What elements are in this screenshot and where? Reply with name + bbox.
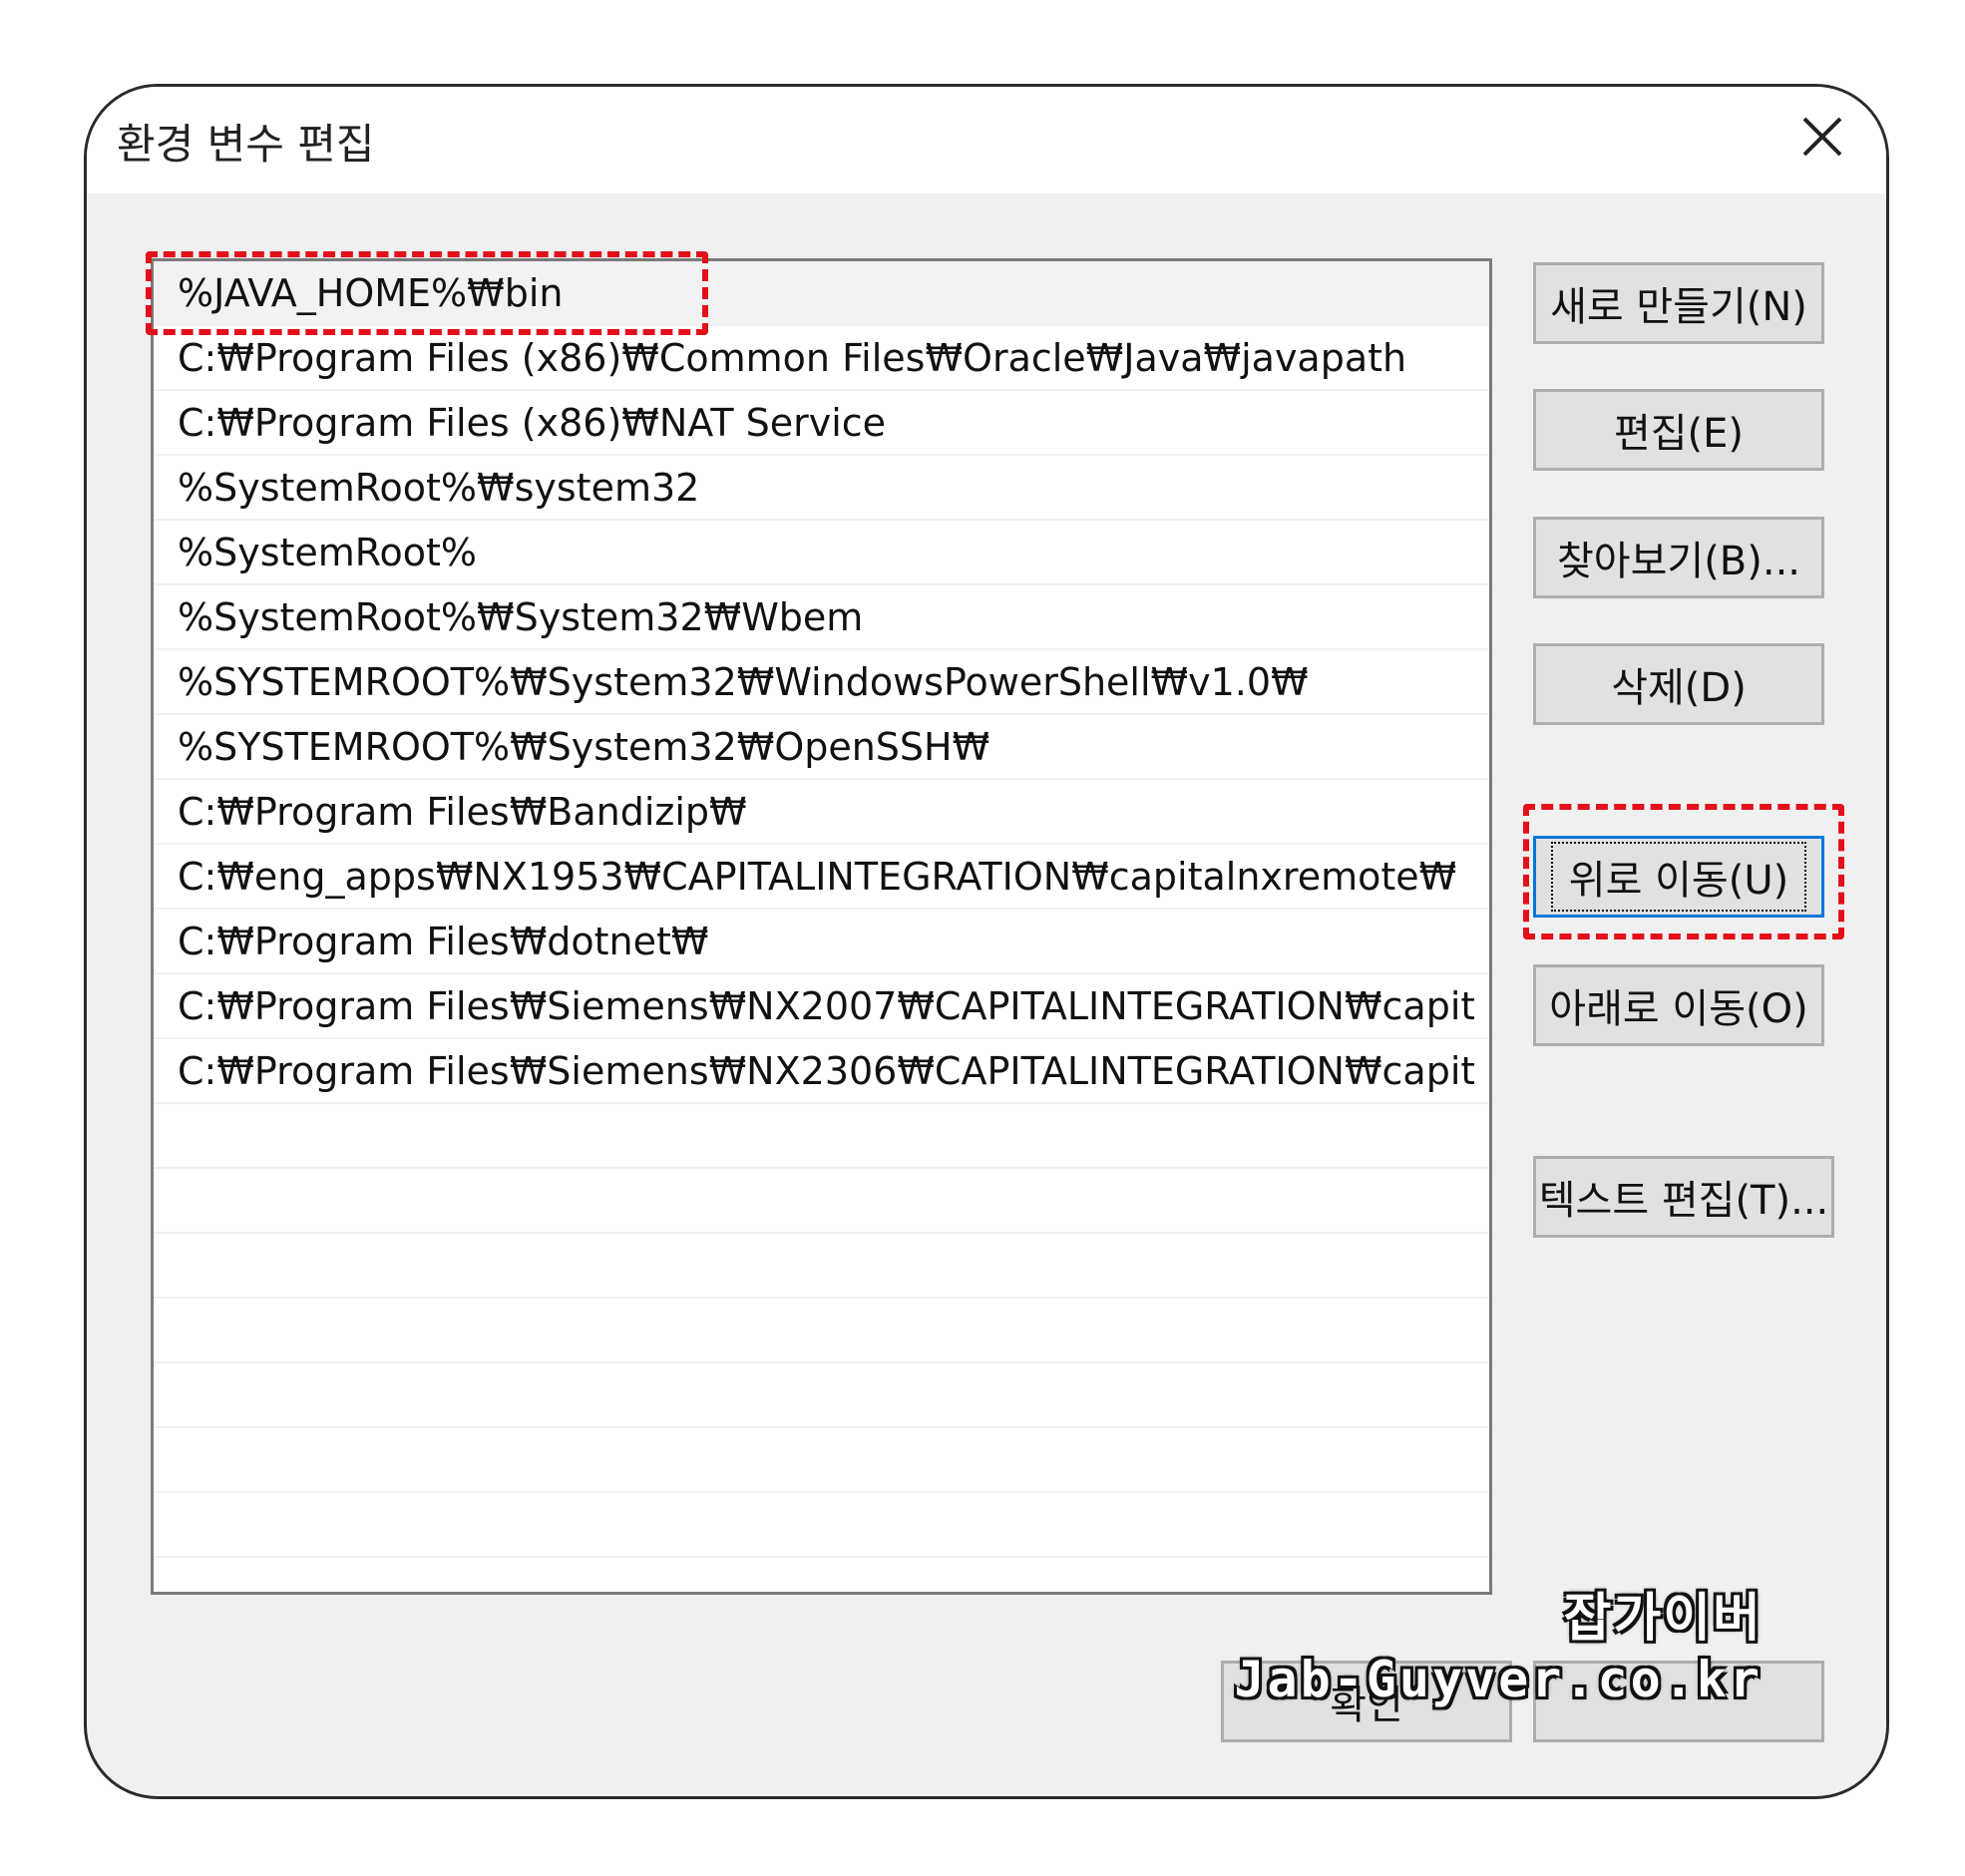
- list-item-text: %SYSTEMROOT%₩System32₩OpenSSH₩: [178, 725, 990, 769]
- edit-button[interactable]: 편집(E): [1533, 389, 1824, 471]
- list-item[interactable]: C:₩Program Files₩dotnet₩: [154, 910, 1489, 974]
- list-item[interactable]: [154, 1493, 1489, 1558]
- list-item-text: C:₩Program Files₩Bandizip₩: [178, 790, 747, 834]
- list-item[interactable]: %SystemRoot%₩System32₩Wbem: [154, 585, 1489, 650]
- list-item[interactable]: [154, 1558, 1489, 1592]
- list-item[interactable]: [154, 1234, 1489, 1299]
- list-item[interactable]: %JAVA_HOME%₩bin: [154, 261, 1489, 326]
- ok-button[interactable]: 확인: [1221, 1661, 1512, 1742]
- list-item-text: %SystemRoot%: [178, 531, 478, 574]
- list-item-text: C:₩Program Files₩Siemens₩NX2306₩CAPITALI…: [178, 1049, 1474, 1093]
- delete-button[interactable]: 삭제(D): [1533, 643, 1824, 725]
- list-item[interactable]: [154, 1169, 1489, 1234]
- edit-text-button[interactable]: 텍스트 편집(T)...: [1533, 1156, 1834, 1238]
- list-item[interactable]: C:₩Program Files (x86)₩Common Files₩Orac…: [154, 326, 1489, 391]
- dialog-title: 환경 변수 편집: [117, 120, 375, 169]
- list-item-text: %SYSTEMROOT%₩System32₩WindowsPowerShell₩…: [178, 660, 1309, 704]
- list-item-text: %SystemRoot%₩system32: [178, 466, 700, 510]
- list-item[interactable]: %SYSTEMROOT%₩System32₩WindowsPowerShell₩…: [154, 650, 1489, 715]
- list-item-text: C:₩Program Files (x86)₩Common Files₩Orac…: [178, 336, 1407, 380]
- list-item[interactable]: [154, 1104, 1489, 1169]
- list-item[interactable]: [154, 1299, 1489, 1363]
- list-item[interactable]: [154, 1428, 1489, 1493]
- list-item-text: C:₩Program Files₩dotnet₩: [178, 920, 709, 963]
- move-down-button[interactable]: 아래로 이동(O): [1533, 964, 1824, 1046]
- list-item[interactable]: [154, 1363, 1489, 1428]
- browse-button[interactable]: 찾아보기(B)...: [1533, 517, 1824, 598]
- list-item[interactable]: C:₩Program Files₩Siemens₩NX2306₩CAPITALI…: [154, 1039, 1489, 1104]
- list-item[interactable]: %SYSTEMROOT%₩System32₩OpenSSH₩: [154, 715, 1489, 780]
- list-item[interactable]: C:₩Program Files₩Bandizip₩: [154, 780, 1489, 845]
- cancel-button[interactable]: [1533, 1661, 1824, 1742]
- list-item-text: %SystemRoot%₩System32₩Wbem: [178, 595, 864, 639]
- list-item[interactable]: C:₩Program Files (x86)₩NAT Service: [154, 391, 1489, 456]
- move-up-button[interactable]: 위로 이동(U): [1533, 836, 1824, 918]
- edit-environment-variable-dialog: 환경 변수 편집 %JAVA_HOME%₩bin C:₩Program Files…: [84, 84, 1889, 1799]
- new-button[interactable]: 새로 만들기(N): [1533, 262, 1824, 344]
- close-icon[interactable]: [1794, 109, 1850, 165]
- title-bar: 환경 변수 편집: [87, 87, 1886, 193]
- list-item[interactable]: %SystemRoot%₩system32: [154, 456, 1489, 521]
- list-item-text: C:₩Program Files₩Siemens₩NX2007₩CAPITALI…: [178, 984, 1474, 1028]
- list-item-text: %JAVA_HOME%₩bin: [178, 271, 564, 315]
- path-list[interactable]: %JAVA_HOME%₩bin C:₩Program Files (x86)₩Co…: [151, 258, 1492, 1595]
- list-item-text: C:₩eng_apps₩NX1953₩CAPITALINTEGRATION₩ca…: [178, 855, 1457, 899]
- list-item[interactable]: C:₩eng_apps₩NX1953₩CAPITALINTEGRATION₩ca…: [154, 845, 1489, 910]
- list-item-text: C:₩Program Files (x86)₩NAT Service: [178, 401, 887, 445]
- list-item[interactable]: %SystemRoot%: [154, 521, 1489, 585]
- list-item[interactable]: C:₩Program Files₩Siemens₩NX2007₩CAPITALI…: [154, 974, 1489, 1039]
